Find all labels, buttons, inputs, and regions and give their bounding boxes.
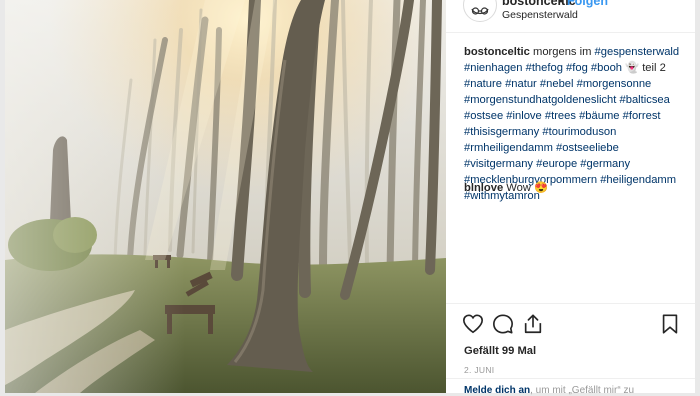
hashtag-link[interactable]: #germany	[580, 158, 630, 170]
hashtag-link[interactable]: #tourimoduson	[542, 126, 616, 138]
hashtag-link[interactable]: #fog	[566, 62, 588, 74]
caption-tags: #gespensterwald #nienhagen #thefog #fog …	[464, 46, 679, 202]
post-date: 2. JUNI	[464, 365, 495, 375]
comment-text: Wow 😍	[506, 182, 548, 194]
hashtag-link[interactable]: #nebel	[540, 78, 574, 90]
hashtag-link[interactable]: #bäume	[579, 110, 619, 122]
caption-word: teil 2	[642, 62, 666, 74]
login-prompt: Melde dich an, um mit „Gefällt mir“ zu	[464, 385, 634, 396]
hashtag-link[interactable]: #nienhagen	[464, 62, 522, 74]
hashtag-link[interactable]: #booh	[591, 62, 622, 74]
hashtag-link[interactable]: #forrest	[623, 110, 661, 122]
post-header: bostonceltic • Folgen Gespensterwald	[446, 0, 695, 33]
caption-username[interactable]: bostonceltic	[464, 46, 530, 58]
hashtag-link[interactable]: #balticsea	[620, 94, 670, 106]
login-prompt-text: , um mit „Gefällt mir“ zu	[530, 385, 635, 396]
avatar[interactable]	[463, 0, 497, 22]
hashtag-link[interactable]: #thefog	[526, 62, 563, 74]
hashtag-link[interactable]: #trees	[545, 110, 576, 122]
post-caption: bostonceltic morgens im #gespensterwald …	[464, 44, 690, 204]
login-link[interactable]: Melde dich an	[464, 385, 530, 396]
bookmark-icon[interactable]	[659, 313, 681, 335]
like-count[interactable]: Gefällt 99 Mal	[464, 345, 536, 357]
username-link[interactable]: bostonceltic	[502, 0, 576, 8]
hashtag-link[interactable]: #rmheiligendamm	[464, 142, 553, 154]
hashtag-link[interactable]: #ostseeliebe	[556, 142, 619, 154]
heart-icon[interactable]	[462, 313, 484, 335]
hashtag-link[interactable]: #inlove	[506, 110, 541, 122]
hashtag-link[interactable]: #gespensterwald	[595, 46, 680, 58]
divider	[446, 303, 695, 304]
caption-text: morgens im	[529, 46, 595, 58]
hashtag-link[interactable]: #visitgermany	[464, 158, 533, 170]
follow-button[interactable]: Folgen	[567, 0, 608, 8]
hashtag-link[interactable]: #natur	[505, 78, 537, 90]
hashtag-link[interactable]: #heiligendamm	[600, 174, 676, 186]
hashtag-link[interactable]: #europe	[536, 158, 577, 170]
hashtag-link[interactable]: #morgensonne	[577, 78, 652, 90]
hashtag-link[interactable]: #morgenstundhatgoldeneslicht	[464, 94, 616, 106]
action-bar	[462, 313, 682, 335]
separator-dot: •	[559, 0, 564, 8]
hashtag-link[interactable]: #thisisgermany	[464, 126, 539, 138]
comment-icon[interactable]	[492, 313, 514, 335]
avatar-glasses-icon	[465, 0, 495, 20]
comment: blnlove Wow 😍	[464, 181, 548, 194]
hashtag-link[interactable]: #nature	[464, 78, 502, 90]
comment-username[interactable]: blnlove	[464, 182, 503, 194]
post-photo[interactable]	[5, 0, 446, 393]
hashtag-link[interactable]: #ostsee	[464, 110, 503, 122]
location-link[interactable]: Gespensterwald	[502, 9, 578, 21]
divider	[446, 378, 695, 379]
share-icon[interactable]	[522, 313, 544, 335]
foggy-forest-image	[5, 0, 446, 393]
post-sidebar: bostonceltic • Folgen Gespensterwald bos…	[446, 0, 695, 396]
caption-word: 👻	[625, 62, 640, 74]
